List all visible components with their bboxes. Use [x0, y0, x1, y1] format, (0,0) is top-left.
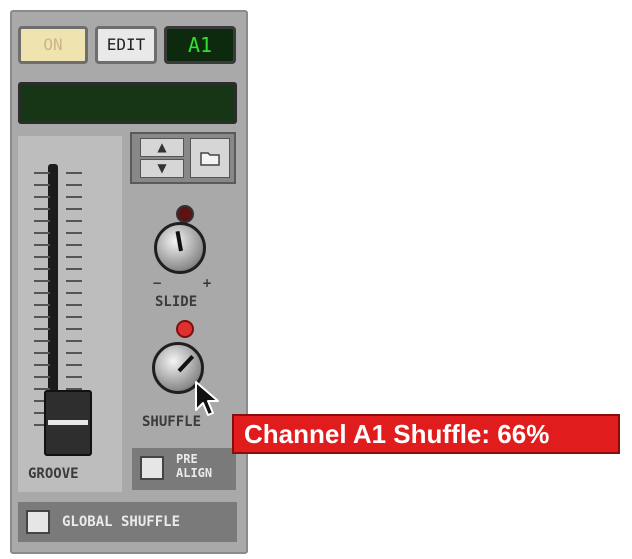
fader-tick [66, 304, 82, 306]
fader-tick [66, 220, 82, 222]
fader-tick [66, 232, 82, 234]
fader-tick [66, 244, 82, 246]
fader-tick [66, 352, 82, 354]
prealign-label: PRE ALIGN [176, 452, 212, 480]
shuffle-led [176, 320, 194, 338]
fader-tick [34, 256, 50, 258]
global-shuffle-label: GLOBAL SHUFFLE [62, 514, 181, 530]
fader-tick [34, 172, 50, 174]
fader-tick [34, 244, 50, 246]
fader-tick [66, 364, 82, 366]
slide-led [176, 205, 194, 223]
fader-tick [34, 184, 50, 186]
arrow-up-icon[interactable]: ▲ [140, 138, 184, 157]
fader-tick [34, 364, 50, 366]
slide-knob[interactable] [154, 222, 206, 274]
groove-fader-handle[interactable] [44, 390, 92, 456]
fader-tick [66, 208, 82, 210]
fader-tick [34, 220, 50, 222]
fader-tick [34, 304, 50, 306]
fader-tick [34, 328, 50, 330]
fader-tick [34, 340, 50, 342]
fader-tick [34, 352, 50, 354]
global-shuffle-checkbox[interactable] [26, 510, 50, 534]
fader-tick [66, 268, 82, 270]
shuffle-label: SHUFFLE [142, 414, 202, 430]
groove-label: GROOVE [28, 466, 79, 482]
prealign-label-line2: ALIGN [176, 466, 213, 480]
fader-tick [34, 292, 50, 294]
fader-tick [34, 376, 50, 378]
arrow-down-icon[interactable]: ▼ [140, 159, 184, 178]
channel-display: A1 [164, 26, 236, 64]
mouse-pointer-icon [195, 381, 219, 416]
prealign-label-line1: PRE [176, 452, 198, 466]
slide-min-label: − [152, 276, 163, 290]
fader-tick [34, 196, 50, 198]
fader-tick [34, 208, 50, 210]
name-display-text [21, 80, 37, 112]
fader-tick [66, 196, 82, 198]
fader-tick [66, 292, 82, 294]
fader-tick [66, 256, 82, 258]
fader-tick [66, 376, 82, 378]
on-button[interactable]: ON [18, 26, 88, 64]
prealign-checkbox[interactable] [140, 456, 164, 480]
fader-tick [66, 316, 82, 318]
fader-tick [66, 184, 82, 186]
fader-tick [66, 280, 82, 282]
edit-button[interactable]: EDIT [95, 26, 157, 64]
folder-icon[interactable] [190, 138, 230, 178]
shuffle-knob-indicator [177, 355, 195, 373]
slide-max-label: + [202, 276, 213, 290]
slide-knob-indicator [175, 230, 183, 252]
fader-tick [34, 316, 50, 318]
slide-label: SLIDE [155, 294, 198, 310]
fader-tick [34, 268, 50, 270]
fader-tick [34, 232, 50, 234]
fader-tick [66, 172, 82, 174]
fader-tick [66, 340, 82, 342]
patch-navigation: ▲ ▼ [130, 132, 236, 184]
fader-tick [34, 280, 50, 282]
shuffle-tooltip: Channel A1 Shuffle: 66% [232, 414, 620, 454]
name-display [18, 82, 237, 124]
fader-tick [66, 328, 82, 330]
